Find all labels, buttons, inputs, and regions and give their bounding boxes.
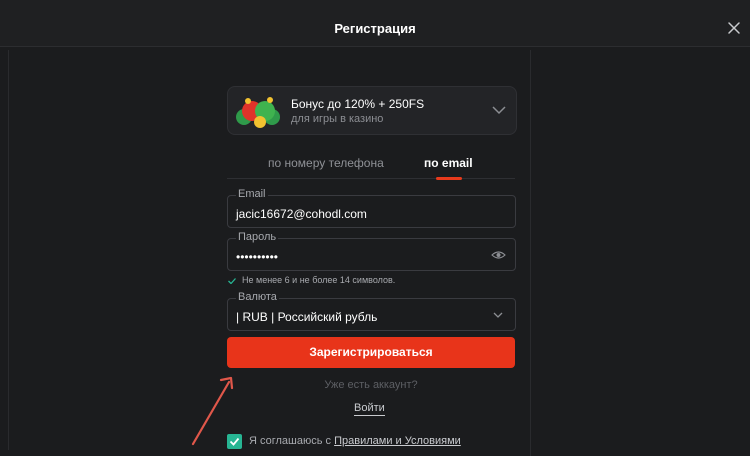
currency-value[interactable]: | RUB | Российский рубль: [236, 310, 377, 324]
currency-label: Валюта: [236, 291, 279, 303]
password-value[interactable]: ••••••••••: [236, 250, 278, 264]
terms-link[interactable]: Правилами и Условиями: [334, 435, 461, 447]
login-link[interactable]: Войти: [354, 402, 385, 416]
tab-email[interactable]: по email: [424, 156, 473, 170]
password-field[interactable]: Пароль ••••••••••: [227, 231, 516, 271]
active-tab-indicator: [436, 177, 462, 180]
chevron-down-icon: [492, 106, 506, 115]
modal-title: Регистрация: [334, 21, 416, 36]
bonus-selector[interactable]: Бонус до 120% + 250FS для игры в казино: [227, 86, 517, 135]
bonus-subtitle: для игры в казино: [291, 113, 384, 125]
email-field[interactable]: Email jacic16672@cohodl.com: [227, 188, 516, 228]
annotation-arrow-icon: [191, 376, 234, 446]
password-label: Пароль: [236, 231, 279, 243]
divider-right: [530, 50, 531, 456]
tab-phone[interactable]: по номеру телефона: [268, 156, 384, 170]
bonus-title: Бонус до 120% + 250FS: [291, 97, 425, 111]
check-icon: [228, 277, 236, 284]
modal-header: Регистрация: [0, 0, 750, 47]
tabs-divider: [227, 178, 515, 179]
close-icon[interactable]: [726, 20, 742, 36]
password-hint: Не менее 6 и не более 14 символов.: [228, 275, 395, 285]
bonus-gift-icon: [236, 97, 280, 128]
agreement-prefix: Я соглашаюсь с: [249, 435, 335, 447]
agreement-text: Я соглашаюсь с Правилами и Условиями: [249, 435, 461, 447]
register-button[interactable]: Зарегистрироваться: [227, 337, 515, 368]
email-label: Email: [236, 188, 268, 200]
chevron-down-icon: [493, 312, 503, 318]
password-hint-text: Не менее 6 и не более 14 символов.: [242, 275, 396, 285]
email-value[interactable]: jacic16672@cohodl.com: [236, 207, 367, 221]
currency-select[interactable]: Валюта | RUB | Российский рубль: [227, 291, 516, 331]
eye-icon[interactable]: [491, 250, 506, 260]
has-account-text: Уже есть аккаунт?: [324, 379, 418, 391]
